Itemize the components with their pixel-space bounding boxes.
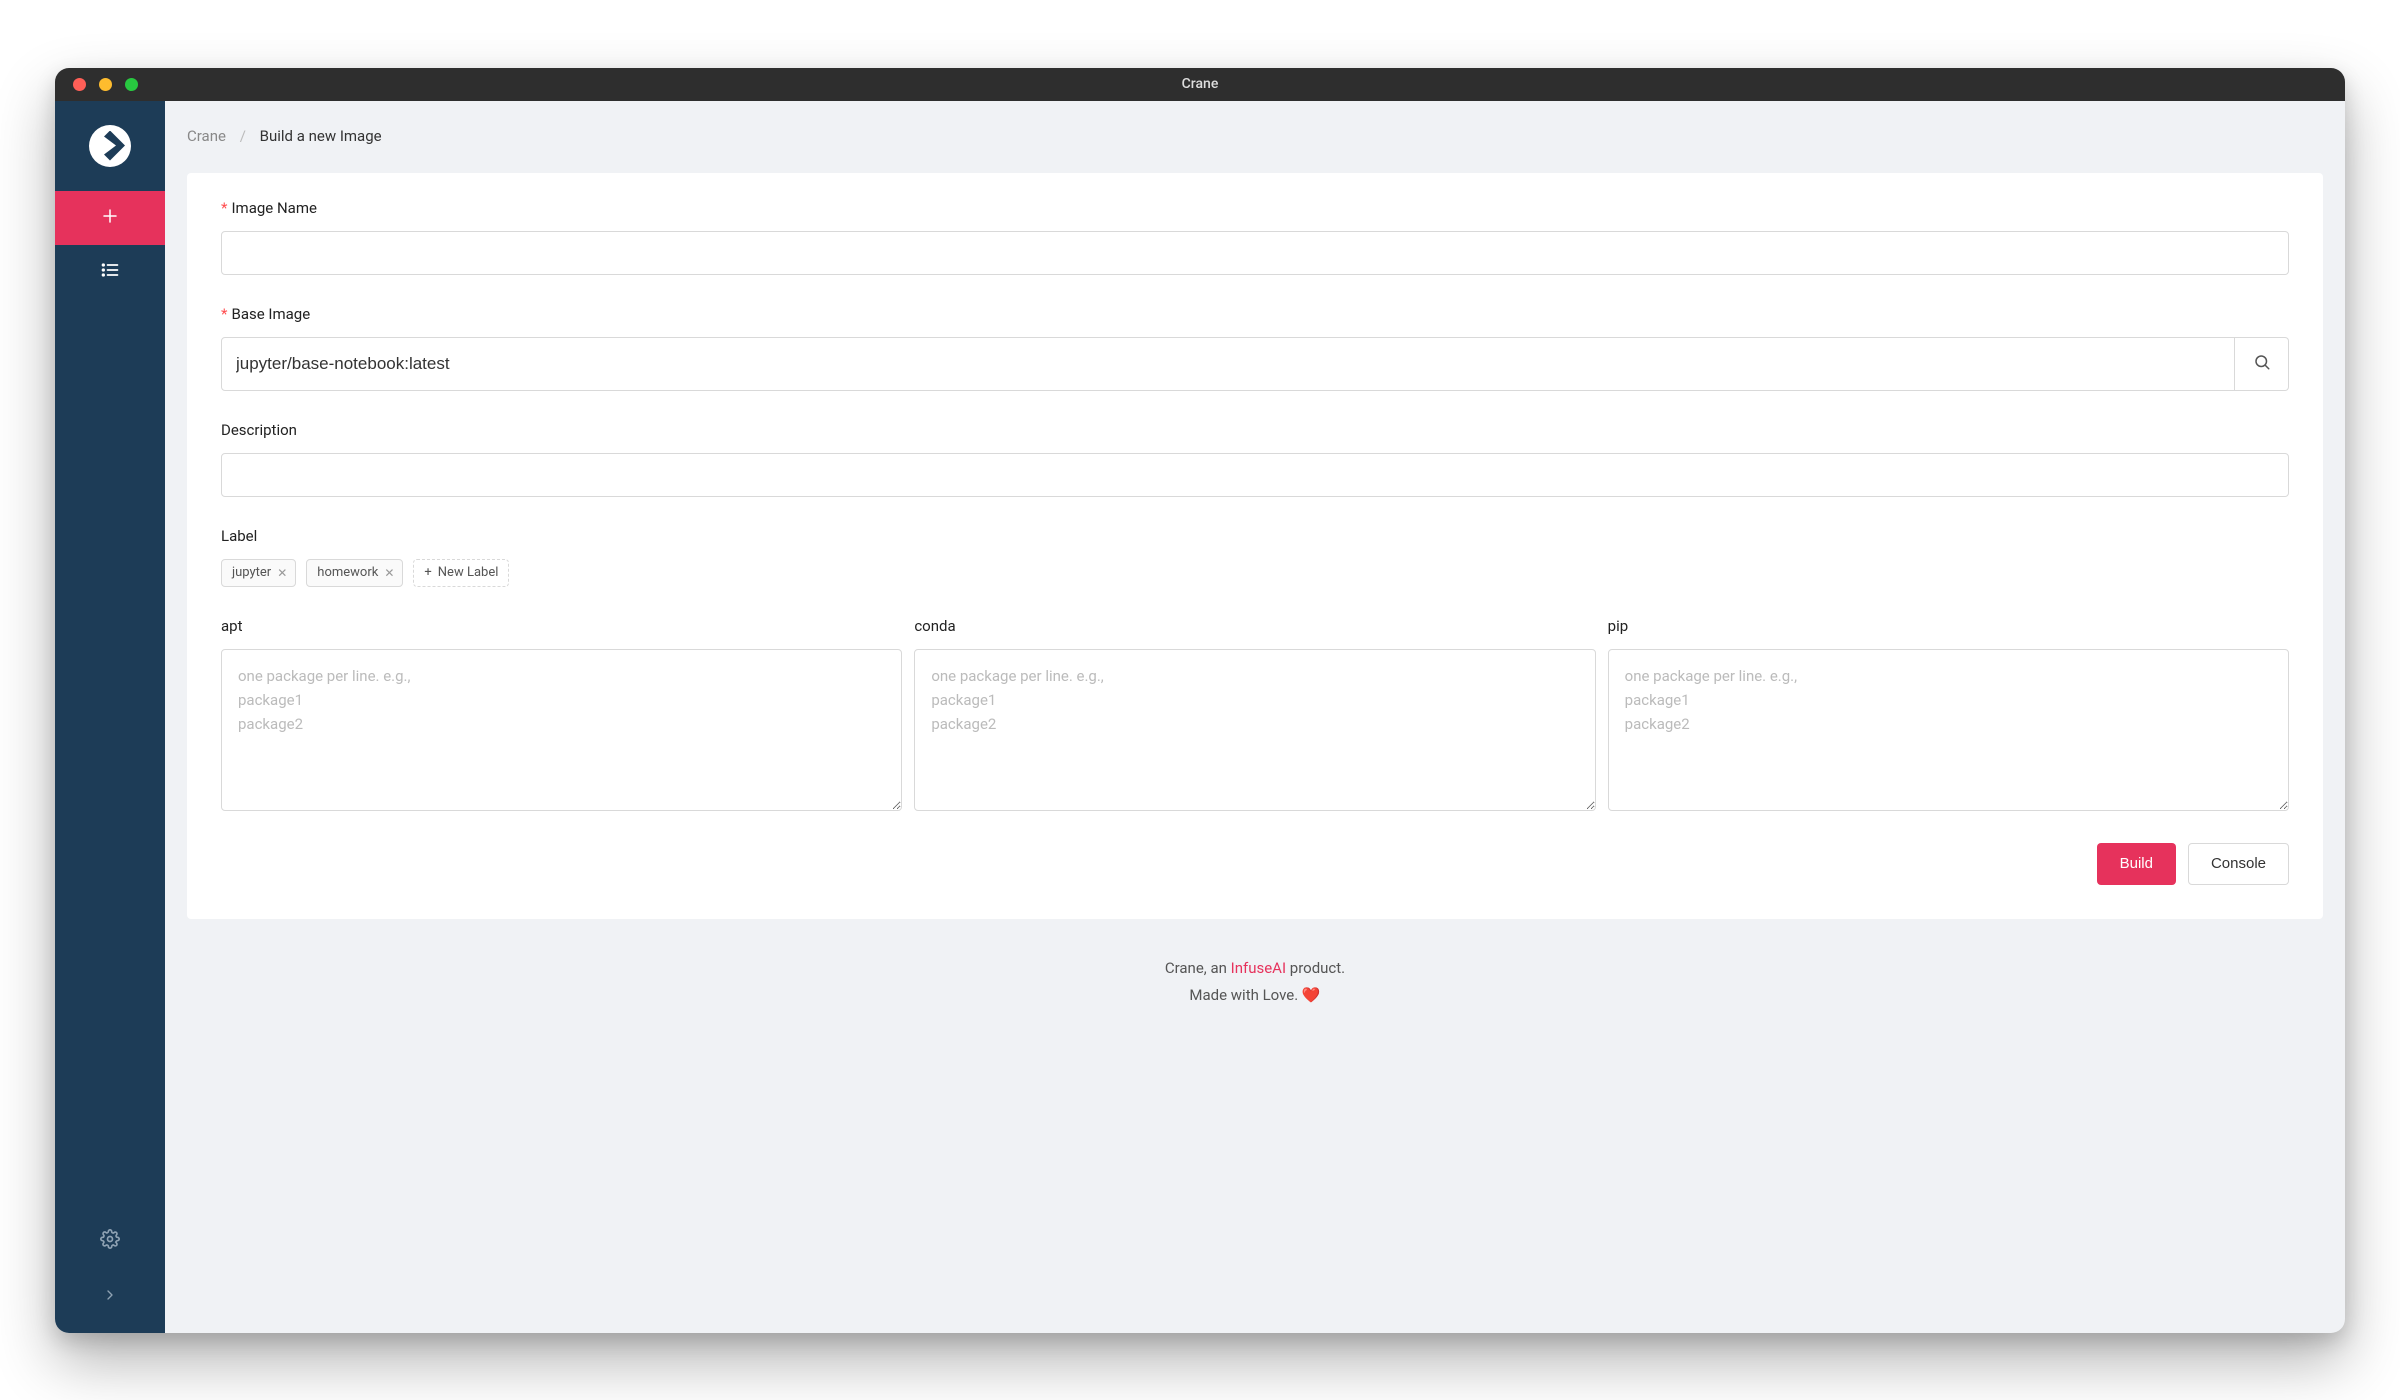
- label-tag: jupyter ✕: [221, 559, 296, 587]
- add-label-text: New Label: [438, 565, 499, 580]
- maximize-window-button[interactable]: [125, 78, 138, 91]
- field-base-image: *Base Image: [221, 305, 2289, 391]
- label-tag-text: homework: [317, 565, 378, 580]
- remove-label-button[interactable]: ✕: [384, 566, 394, 580]
- form-actions: Build Console: [221, 843, 2289, 885]
- window-controls: [55, 78, 138, 91]
- footer: Crane, an InfuseAI product. Made with Lo…: [187, 919, 2323, 1025]
- close-window-button[interactable]: [73, 78, 86, 91]
- breadcrumb-root[interactable]: Crane: [187, 127, 226, 145]
- image-name-label: *Image Name: [221, 199, 2289, 217]
- app-window: Crane: [55, 68, 2345, 1333]
- field-description: Description: [221, 421, 2289, 497]
- breadcrumb-current: Build a new Image: [260, 127, 382, 145]
- description-input[interactable]: [221, 453, 2289, 497]
- field-apt: apt: [221, 617, 902, 811]
- breadcrumb-bar: Crane / Build a new Image: [165, 101, 2345, 173]
- pip-input[interactable]: [1608, 649, 2289, 811]
- base-image-input[interactable]: [221, 337, 2235, 391]
- gear-icon: [100, 1229, 120, 1253]
- build-button[interactable]: Build: [2097, 843, 2176, 885]
- labels-label: Label: [221, 527, 2289, 545]
- label-tag-text: jupyter: [232, 565, 271, 580]
- sidebar-expand-toggle[interactable]: [55, 1269, 165, 1325]
- field-label: Label jupyter ✕ homework ✕ +: [221, 527, 2289, 587]
- field-conda: conda: [914, 617, 1595, 811]
- sidebar: [55, 101, 165, 1333]
- titlebar: Crane: [55, 68, 2345, 101]
- breadcrumb: Crane / Build a new Image: [187, 127, 382, 145]
- form-card: *Image Name *Base Image: [187, 173, 2323, 919]
- remove-label-button[interactable]: ✕: [277, 566, 287, 580]
- pip-label: pip: [1608, 617, 2289, 635]
- chevron-right-icon: [102, 1287, 118, 1307]
- apt-label: apt: [221, 617, 902, 635]
- add-label-button[interactable]: + New Label: [413, 559, 509, 587]
- sidebar-item-settings[interactable]: [55, 1213, 165, 1269]
- field-pip: pip: [1608, 617, 2289, 811]
- plus-icon: [101, 207, 119, 229]
- window-title: Crane: [55, 76, 2345, 92]
- base-image-search-button[interactable]: [2235, 337, 2289, 391]
- conda-label: conda: [914, 617, 1595, 635]
- console-button[interactable]: Console: [2188, 843, 2289, 885]
- list-icon: [100, 260, 120, 284]
- sidebar-item-list[interactable]: [55, 245, 165, 299]
- main-area: Crane / Build a new Image *Image Name *B…: [165, 101, 2345, 1333]
- sidebar-item-new-image[interactable]: [55, 191, 165, 245]
- label-tag: homework ✕: [306, 559, 403, 587]
- breadcrumb-separator: /: [240, 127, 246, 145]
- apt-input[interactable]: [221, 649, 902, 811]
- packages-row: apt conda pip: [221, 617, 2289, 811]
- description-label: Description: [221, 421, 2289, 439]
- footer-line-1: Crane, an InfuseAI product.: [187, 955, 2323, 982]
- base-image-label: *Base Image: [221, 305, 2289, 323]
- infuseai-link[interactable]: InfuseAI: [1231, 959, 1286, 977]
- search-icon: [2253, 353, 2271, 375]
- field-image-name: *Image Name: [221, 199, 2289, 275]
- labels-list: jupyter ✕ homework ✕ + New Label: [221, 559, 2289, 587]
- footer-line-2: Made with Love. ❤️: [187, 982, 2323, 1009]
- conda-input[interactable]: [914, 649, 1595, 811]
- plus-icon: +: [424, 565, 431, 580]
- minimize-window-button[interactable]: [99, 78, 112, 91]
- app-logo[interactable]: [55, 101, 165, 191]
- image-name-input[interactable]: [221, 231, 2289, 275]
